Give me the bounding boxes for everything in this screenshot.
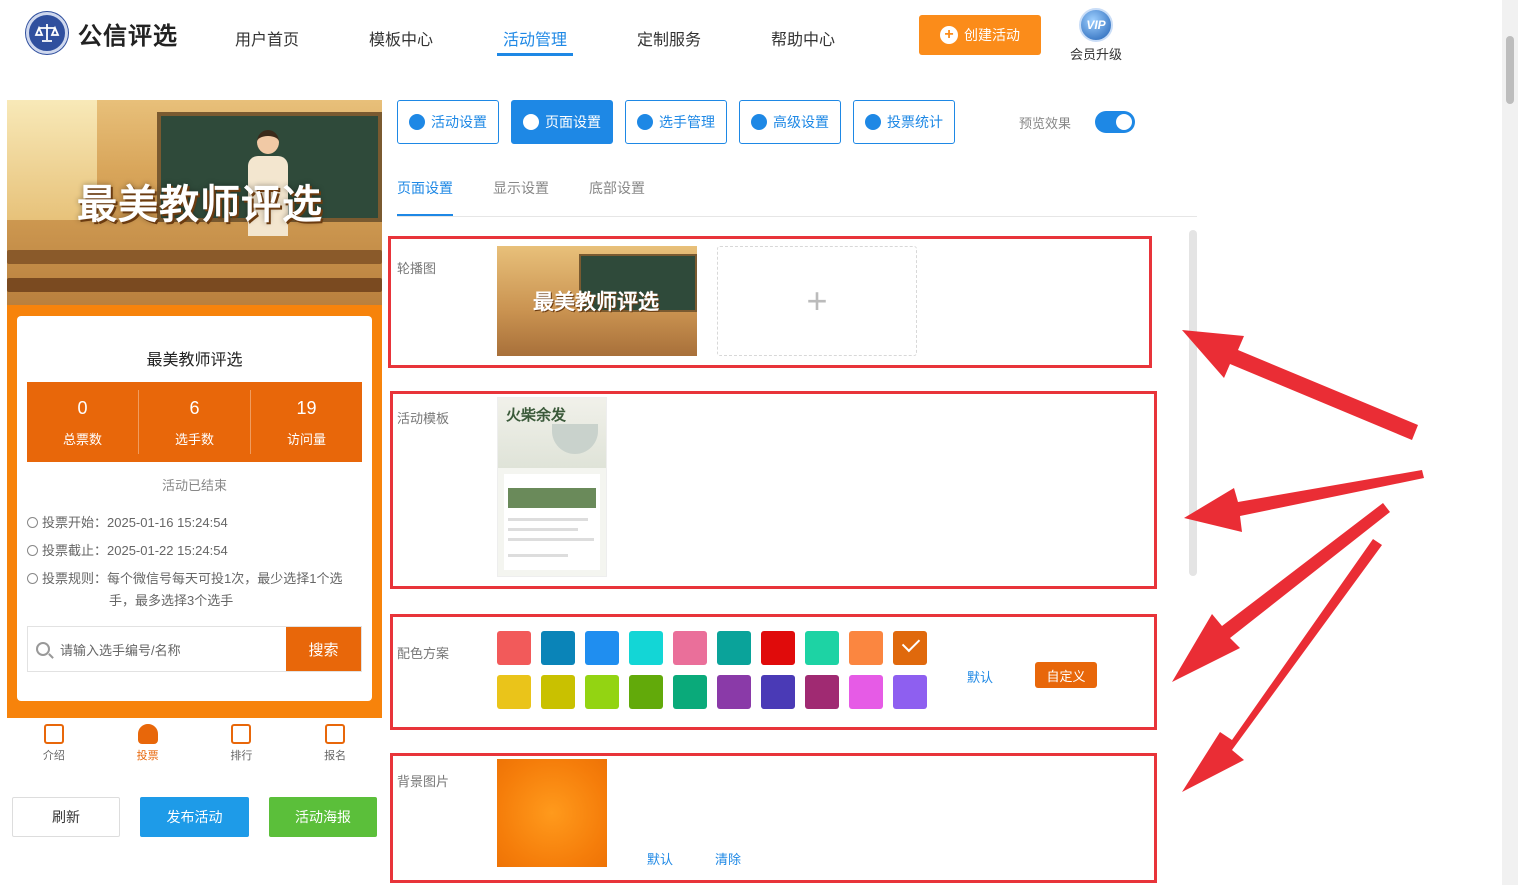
page-scrollbar[interactable] bbox=[1502, 0, 1518, 885]
page-scroll-thumb[interactable] bbox=[1506, 36, 1514, 104]
page: 公信评选 用户首页 模板中心 活动管理 定制服务 帮助中心 + 创建活动 VIP… bbox=[0, 0, 1518, 885]
arrow-to-colors bbox=[1172, 503, 1390, 682]
arrow-to-carousel bbox=[1182, 330, 1418, 440]
annotation-arrows bbox=[1172, 330, 1424, 792]
arrow-to-background bbox=[1182, 539, 1382, 792]
arrow-to-template bbox=[1184, 470, 1424, 532]
